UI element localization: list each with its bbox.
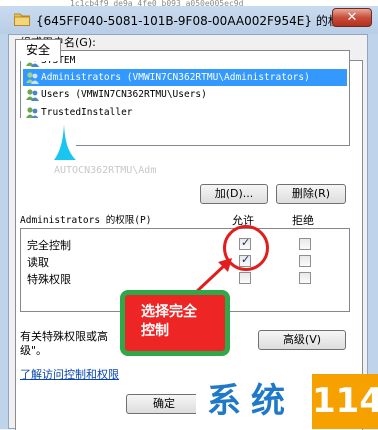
annotation-line-2: 控制: [141, 323, 169, 339]
advanced-button[interactable]: 高级(V): [258, 330, 346, 350]
folder-icon: [14, 13, 30, 26]
perm-row-read: 读取: [27, 256, 49, 269]
list-item-system[interactable]: SYSTEM: [23, 52, 347, 69]
read-deny-checkbox[interactable]: [299, 255, 311, 267]
list-item-administrators[interactable]: Administrators (VMWIN7CN362RTMU\Administ…: [23, 69, 347, 86]
title-bar[interactable]: {645FF040-5081-101B-9F08-00AA002F954E} 的…: [0, 6, 378, 34]
list-item-label: TrustedInstaller: [41, 107, 133, 118]
special-allow-checkbox[interactable]: [239, 272, 251, 284]
ghost-text: AUTOCN362RTMU\Adm: [54, 165, 157, 176]
close-button[interactable]: ✕: [332, 8, 372, 27]
tab-security[interactable]: 安全: [15, 39, 61, 61]
special-permissions-text: 有关特殊权限或高 级"。: [20, 330, 108, 358]
list-item-label: Administrators (VMWIN7CN362RTMU\Administ…: [41, 72, 310, 83]
permissions-dialog: 1c1cb4f9 de9a 4fe0 b093 a050e005ec9d {64…: [0, 0, 378, 430]
permissions-label: Administrators 的权限(P): [20, 215, 152, 226]
site-watermark: 系统 114: [196, 374, 378, 429]
remove-button[interactable]: 删除(R): [276, 184, 346, 204]
special-text-line-1: 有关特殊权限或高: [20, 330, 108, 343]
special-deny-checkbox[interactable]: [299, 272, 311, 284]
full-control-deny-checkbox[interactable]: [299, 238, 311, 250]
special-text-line-2: 级"。: [20, 344, 48, 357]
watermark-text: 系统: [196, 374, 306, 429]
watermark-number: 114: [312, 374, 378, 429]
render-glitch: [54, 124, 76, 160]
annotation-line-1: 选择完全: [141, 304, 197, 320]
window-title: {645FF040-5081-101B-9F08-00AA002F954E} 的…: [36, 14, 352, 28]
users-icon: [26, 72, 39, 84]
ok-button[interactable]: 确定: [126, 394, 202, 414]
users-icon: [26, 89, 39, 101]
add-button[interactable]: 加(D)...: [200, 184, 268, 204]
annotation-callout: 选择完全 控制: [120, 290, 230, 356]
access-control-link[interactable]: 了解访问控制和权限: [20, 366, 119, 382]
list-item-users[interactable]: Users (VMWIN7CN362RTMU\Users): [23, 86, 347, 103]
perm-row-full-control: 完全控制: [27, 239, 71, 252]
list-item-label: Users (VMWIN7CN362RTMU\Users): [41, 89, 207, 100]
perm-row-special: 特殊权限: [27, 273, 71, 286]
deny-column-header: 拒绝: [292, 214, 314, 227]
